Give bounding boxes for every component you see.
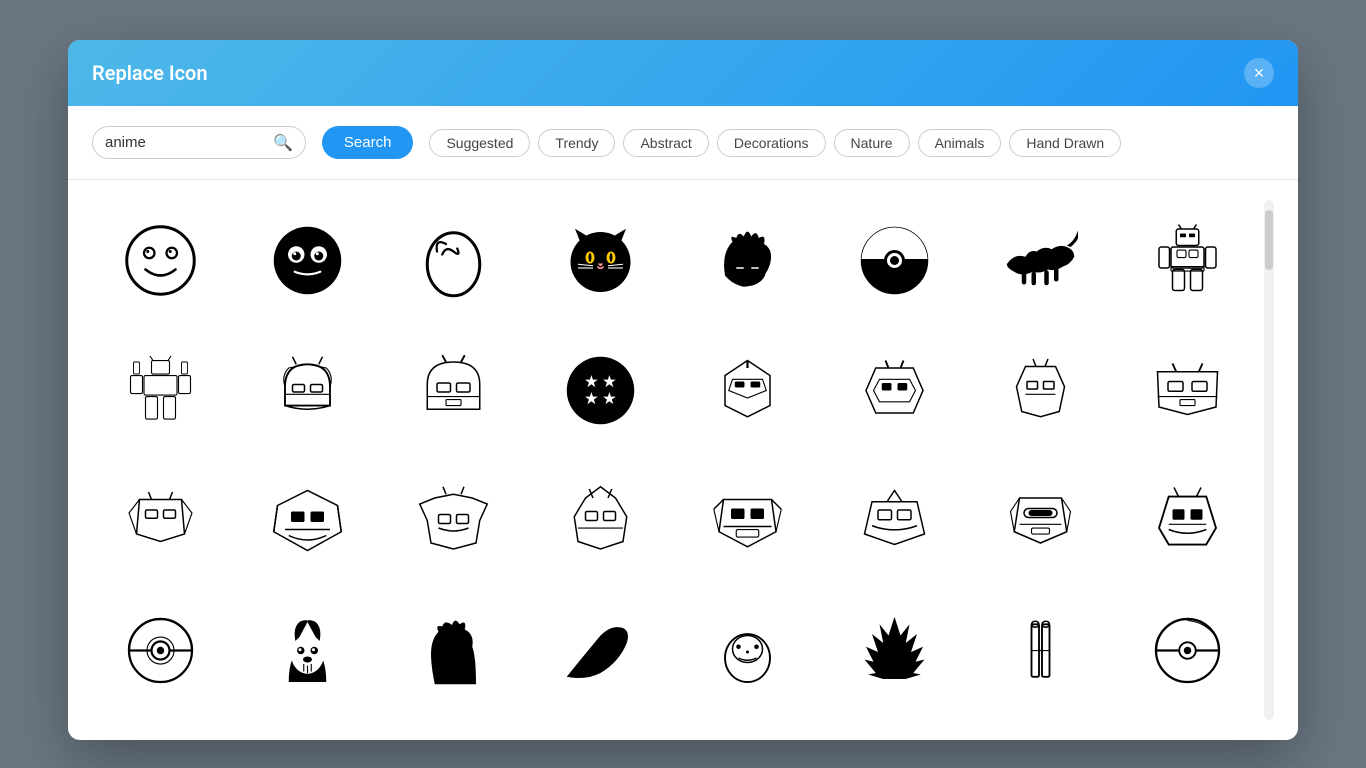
icon-cell[interactable] [239, 330, 376, 450]
icon-cell[interactable] [532, 460, 669, 580]
icon-cell[interactable] [679, 200, 816, 320]
filter-suggested[interactable]: Suggested [429, 129, 530, 157]
icon-cell[interactable] [1119, 200, 1256, 320]
icon-cell[interactable] [1119, 590, 1256, 710]
svg-text:★: ★ [584, 390, 599, 409]
icon-cell[interactable] [679, 590, 816, 710]
search-icon: 🔍 [273, 133, 293, 152]
modal-body: ★ ★ ★ ★ [68, 180, 1298, 740]
icon-cell[interactable] [1119, 330, 1256, 450]
icon-cell[interactable] [239, 590, 376, 710]
icon-cell[interactable] [679, 330, 816, 450]
filter-trendy[interactable]: Trendy [538, 129, 615, 157]
icon-cell[interactable] [386, 460, 523, 580]
modal-toolbar: 🔍 Search Suggested Trendy Abstract Decor… [68, 106, 1298, 180]
icon-cell[interactable] [826, 200, 963, 320]
svg-text:★: ★ [602, 372, 617, 391]
icon-cell[interactable] [92, 200, 229, 320]
icons-grid: ★ ★ ★ ★ [92, 200, 1256, 720]
search-button[interactable]: Search [322, 126, 414, 159]
close-button[interactable]: × [1244, 58, 1274, 88]
icon-cell[interactable] [826, 460, 963, 580]
filter-hand-drawn[interactable]: Hand Drawn [1009, 129, 1121, 157]
icon-cell[interactable] [386, 200, 523, 320]
replace-icon-modal: Replace Icon × 🔍 Search Suggested Trendy… [68, 40, 1298, 740]
svg-text:★: ★ [584, 372, 599, 391]
filter-abstract[interactable]: Abstract [623, 129, 708, 157]
icon-cell[interactable] [92, 330, 229, 450]
icon-cell[interactable] [532, 590, 669, 710]
icon-cell[interactable] [973, 460, 1110, 580]
icon-cell[interactable] [973, 590, 1110, 710]
filter-decorations[interactable]: Decorations [717, 129, 826, 157]
icon-cell[interactable] [92, 720, 229, 740]
icon-cell[interactable] [92, 460, 229, 580]
filter-nature[interactable]: Nature [834, 129, 910, 157]
icon-cell[interactable] [1119, 460, 1256, 580]
icon-cell[interactable] [973, 330, 1110, 450]
icon-cell[interactable] [826, 590, 963, 710]
icon-cell[interactable]: ★ ★ ★ ★ [532, 330, 669, 450]
icon-cell[interactable] [386, 330, 523, 450]
icon-cell[interactable] [532, 200, 669, 320]
svg-text:★: ★ [602, 390, 617, 409]
modal-title: Replace Icon [92, 61, 208, 85]
modal-overlay: Replace Icon × 🔍 Search Suggested Trendy… [0, 0, 1366, 768]
filter-animals[interactable]: Animals [918, 129, 1002, 157]
scrollbar-track[interactable] [1264, 200, 1274, 720]
icon-cell[interactable] [826, 330, 963, 450]
modal-header: Replace Icon × [68, 40, 1298, 106]
filter-tags: Suggested Trendy Abstract Decorations Na… [429, 129, 1121, 157]
icon-cell[interactable] [386, 590, 523, 710]
search-input[interactable] [105, 134, 265, 151]
icon-cell[interactable] [679, 460, 816, 580]
icon-cell[interactable] [973, 200, 1110, 320]
icon-cell[interactable] [239, 200, 376, 320]
scrollbar-thumb[interactable] [1265, 210, 1273, 270]
icon-cell[interactable] [92, 590, 229, 710]
search-box: 🔍 [92, 126, 306, 159]
icon-cell[interactable] [239, 460, 376, 580]
